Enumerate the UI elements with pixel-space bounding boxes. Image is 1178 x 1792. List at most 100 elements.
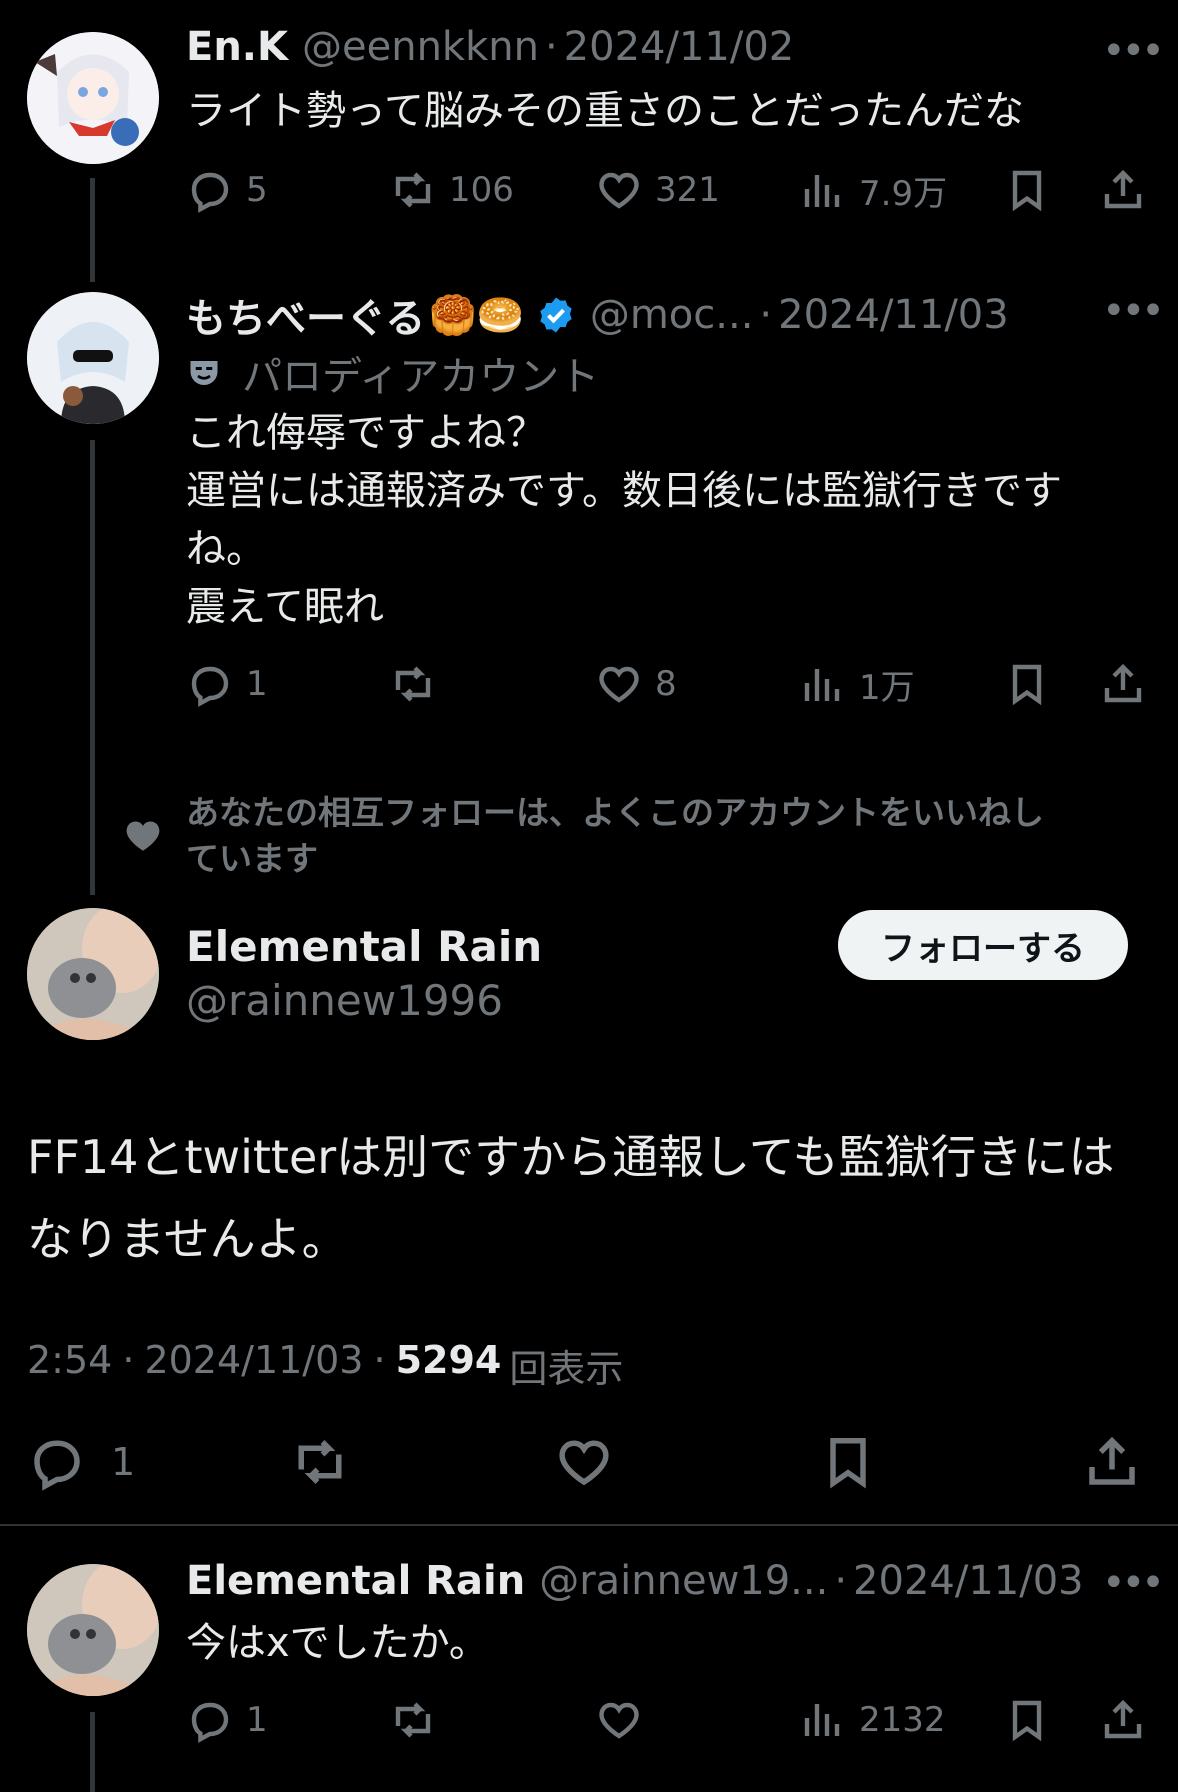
bookmark-button[interactable] <box>1003 1696 1051 1744</box>
author-handle[interactable]: @moc... <box>590 292 754 338</box>
share-icon <box>1099 1696 1147 1744</box>
tweet-text: ライト勢って脳みその重さのことだったんだな <box>186 88 1024 134</box>
avatar[interactable] <box>27 1564 159 1696</box>
author-handle[interactable]: @rainnew1996 <box>186 976 503 1025</box>
tweet-text-line: FF14とtwitterは別ですから通報しても監獄行きには <box>27 1130 1115 1184</box>
social-context-line: ています <box>186 839 318 878</box>
repost-button[interactable] <box>389 660 437 708</box>
views-count: 2132 <box>859 1700 946 1740</box>
verified-icon <box>540 297 572 333</box>
like-button[interactable]: 8 <box>595 660 677 708</box>
views-button[interactable]: 1万 <box>799 660 915 709</box>
like-count: 8 <box>655 664 677 704</box>
tweet-text-line: なりませんよ。 <box>27 1212 348 1266</box>
social-context-line: あなたの相互フォローは、よくこのアカウントをいいねし <box>186 793 1044 832</box>
bookmark-icon <box>818 1432 878 1492</box>
more-icon[interactable]: ••• <box>1102 1560 1165 1606</box>
views-button[interactable]: 2132 <box>799 1696 946 1744</box>
views-icon <box>799 661 847 709</box>
like-icon <box>595 166 643 214</box>
repost-icon <box>290 1432 350 1492</box>
share-button[interactable] <box>1082 1432 1142 1492</box>
author-name[interactable]: もちべーぐる <box>186 286 425 344</box>
views-button[interactable]: 7.9万 <box>799 166 947 215</box>
avatar[interactable] <box>27 32 159 164</box>
bookmark-icon <box>1003 660 1051 708</box>
repost-button[interactable]: 106 <box>389 166 514 214</box>
name-emoji: 🥮🥯 <box>429 292 524 337</box>
views-label: 回表示 <box>509 1347 624 1391</box>
views-count: 1万 <box>859 668 915 708</box>
tweet-date[interactable]: 2024/11/03 <box>144 1338 363 1393</box>
author-name[interactable]: Elemental Rain <box>186 922 542 971</box>
reply-icon <box>186 1696 234 1744</box>
like-button[interactable] <box>554 1432 614 1492</box>
author-name[interactable]: En.K <box>186 24 288 70</box>
repost-count: 106 <box>449 170 514 210</box>
share-icon <box>1082 1432 1142 1492</box>
views-count: 5294 <box>395 1338 502 1382</box>
views-icon <box>799 167 847 215</box>
author-handle[interactable]: @eennkknn <box>302 24 539 70</box>
avatar[interactable] <box>27 292 159 424</box>
reply-button[interactable]: 1 <box>27 1432 135 1492</box>
reply-count: 5 <box>246 170 268 210</box>
reply-button[interactable]: 1 <box>186 660 268 708</box>
repost-icon <box>389 166 437 214</box>
share-button[interactable] <box>1099 660 1147 708</box>
tweet-time[interactable]: 2:54 <box>27 1338 112 1393</box>
like-icon <box>554 1432 614 1492</box>
tweet-date[interactable]: 2024/11/03 <box>853 1558 1084 1604</box>
tweet-text-line: ね。 <box>186 526 266 572</box>
reply-count: 1 <box>111 1440 136 1484</box>
heart-icon <box>126 821 160 851</box>
repost-button[interactable] <box>290 1432 350 1492</box>
tweet-text-line: これ侮辱ですよね？ <box>186 410 546 456</box>
reply-button[interactable]: 1 <box>186 1696 268 1744</box>
share-icon <box>1099 660 1147 708</box>
bookmark-button[interactable] <box>1003 166 1051 214</box>
share-button[interactable] <box>1099 1696 1147 1744</box>
repost-icon <box>389 660 437 708</box>
repost-button[interactable] <box>389 1696 437 1744</box>
views-count: 7.9万 <box>859 174 948 214</box>
share-icon <box>1099 166 1147 214</box>
more-icon[interactable]: ••• <box>1102 28 1165 74</box>
tweet-text-line: 震えて眠れ <box>186 584 384 630</box>
tweet-date[interactable]: 2024/11/02 <box>564 24 795 70</box>
views-icon <box>799 1696 847 1744</box>
thread-line <box>90 440 95 895</box>
reply-count: 1 <box>246 1700 268 1740</box>
separator: · <box>834 1558 848 1604</box>
like-icon <box>595 1696 643 1744</box>
author-handle[interactable]: @rainnew19... <box>539 1558 828 1604</box>
more-icon[interactable]: ••• <box>1102 288 1165 334</box>
thread-line <box>90 1712 95 1792</box>
tweet-text: これ侮辱ですよね？ 運営には通報済みです。数日後には監獄行きです ね。 震えて眠… <box>186 404 1126 636</box>
repost-icon <box>389 1696 437 1744</box>
avatar[interactable] <box>27 908 159 1040</box>
bookmark-icon <box>1003 166 1051 214</box>
share-button[interactable] <box>1099 166 1147 214</box>
parody-label: パロディアカウント <box>242 354 600 400</box>
author-name[interactable]: Elemental Rain <box>186 1558 525 1604</box>
reply-count: 1 <box>246 664 268 704</box>
like-button[interactable] <box>595 1696 643 1744</box>
reply-icon <box>186 660 234 708</box>
parody-mask-icon <box>190 361 218 385</box>
like-button[interactable]: 321 <box>595 166 720 214</box>
reply-icon <box>186 166 234 214</box>
separator: · <box>544 24 558 70</box>
bookmark-button[interactable] <box>818 1432 878 1492</box>
thread-line <box>90 178 95 282</box>
like-count: 321 <box>655 170 720 210</box>
tweet-date[interactable]: 2024/11/03 <box>778 292 1009 338</box>
follow-button[interactable]: フォローする <box>838 910 1128 980</box>
reply-icon <box>27 1432 87 1492</box>
divider <box>0 1524 1178 1526</box>
like-icon <box>595 660 643 708</box>
tweet-text: 今はxでしたか。 <box>186 1620 489 1666</box>
bookmark-button[interactable] <box>1003 660 1051 708</box>
reply-button[interactable]: 5 <box>186 166 268 214</box>
social-context: あなたの相互フォローは、よくこのアカウントをいいねし ています <box>186 790 1044 882</box>
